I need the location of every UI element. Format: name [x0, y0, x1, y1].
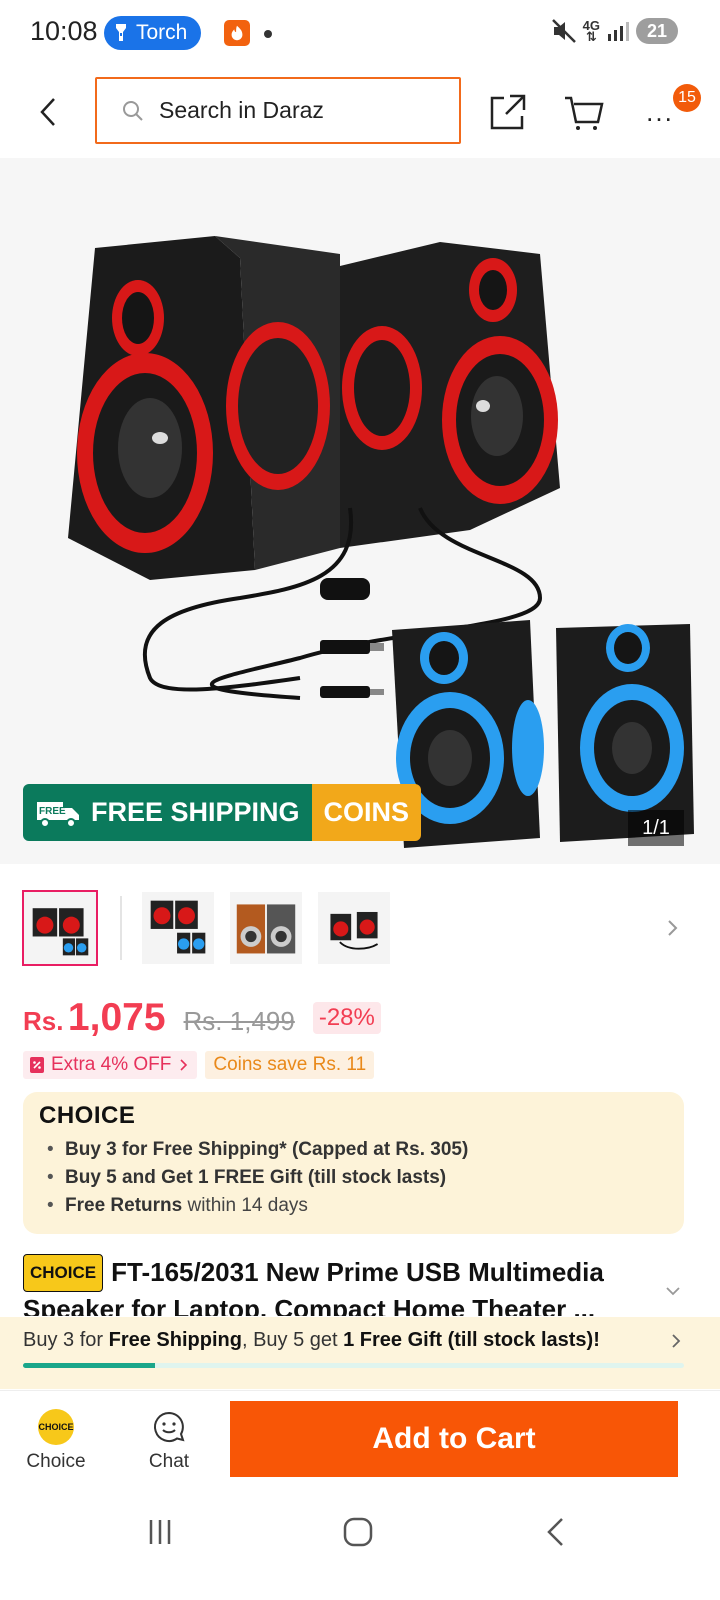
thumbnail-1[interactable] [22, 890, 98, 966]
choice-chip: CHOICE [23, 1254, 104, 1292]
original-price: Rs. 1,499 [183, 1006, 295, 1036]
coins-save-tag: Coins save Rs. 11 [205, 1051, 375, 1079]
chevron-right-icon [668, 920, 678, 936]
chat-button[interactable]: Chat [129, 1409, 209, 1473]
search-icon [123, 100, 143, 121]
search-placeholder: Search in Daraz [159, 97, 324, 123]
choice-store-label: Choice [26, 1451, 86, 1472]
home-icon [343, 1517, 373, 1547]
free-shipping-banner: FREE FREE SHIPPING COINS [23, 784, 422, 841]
choice-store-icon: CHOICE [38, 1409, 74, 1445]
add-to-cart-button[interactable]: Add to Cart [230, 1401, 678, 1477]
bundle-progress-bar [23, 1363, 684, 1368]
bottom-action-bar: CHOICE Choice Chat Add to Cart [0, 1390, 720, 1486]
thumbnail-divider [120, 896, 122, 960]
system-navigation-bar [0, 1486, 720, 1600]
status-icons: 4G ⇅ 21 [551, 18, 678, 44]
chat-label: Chat [148, 1451, 190, 1472]
status-bar: 10:08 Torch 4G ⇅ 21 [0, 0, 720, 66]
chat-icon [154, 1411, 185, 1442]
bundle-promo-text: Buy 3 for Free Shipping, Buy 5 get 1 Fre… [23, 1329, 600, 1351]
svg-text:FREE: FREE [39, 806, 66, 817]
mute-icon [551, 19, 576, 43]
home-button[interactable] [338, 1512, 378, 1552]
notification-dot [264, 30, 272, 38]
coins-label: COINS [311, 784, 422, 841]
bundle-promo-strip[interactable]: Buy 3 for Free Shipping, Buy 5 get 1 Fre… [0, 1317, 720, 1389]
price-row: Rs. 1,075 Rs. 1,499 -28% [23, 996, 381, 1040]
battery-indicator: 21 [636, 18, 678, 44]
chevron-right-icon [180, 1059, 188, 1071]
back-button[interactable] [28, 88, 68, 136]
promo-strip-arrow [666, 1331, 686, 1351]
extra-off-tag[interactable]: Extra 4% OFF [23, 1051, 198, 1079]
search-input[interactable]: Search in Daraz [95, 77, 461, 144]
status-time: 10:08 [30, 16, 98, 46]
signal-icon [608, 22, 629, 41]
thumbnail-2[interactable] [142, 892, 214, 964]
product-title-area[interactable]: CHOICE FT-165/2031 New Prime USB Multimed… [23, 1254, 663, 1316]
discount-badge: -28% [312, 1002, 381, 1034]
promo-tags: Extra 4% OFF Coins save Rs. 11 [23, 1051, 375, 1079]
expand-title-button[interactable] [662, 1280, 684, 1302]
app-notification-icon [224, 20, 250, 46]
choice-benefits-box[interactable]: CHOICE Buy 3 for Free Shipping* (Capped … [23, 1092, 684, 1234]
torch-label: Torch [136, 21, 188, 44]
cart-icon [565, 96, 604, 130]
delivery-truck-icon: FREE [37, 801, 79, 828]
share-button[interactable] [486, 90, 530, 134]
top-navigation: Search in Daraz ... 15 [0, 66, 720, 158]
choice-benefit-item: Buy 5 and Get 1 FREE Gift (till stock la… [39, 1164, 668, 1192]
chevron-right-icon [672, 1334, 681, 1348]
current-price: Rs. 1,075 [23, 996, 166, 1039]
torch-icon [116, 24, 126, 41]
recent-apps-icon [149, 1520, 171, 1544]
torch-indicator[interactable]: Torch [104, 16, 202, 50]
recent-apps-button[interactable] [140, 1512, 180, 1552]
choice-benefit-item: Free Returns within 14 days [39, 1192, 668, 1220]
back-arrow-icon [547, 1518, 563, 1546]
thumbnail-strip [0, 882, 720, 978]
network-type: 4G ⇅ [582, 18, 600, 44]
product-image-gallery[interactable]: FREE FREE SHIPPING COINS 1/1 [0, 158, 720, 864]
thumbnail-3[interactable] [230, 892, 302, 964]
bundle-progress-fill [23, 1363, 156, 1368]
product-title: CHOICE FT-165/2031 New Prime USB Multimed… [23, 1254, 663, 1316]
thumbnail-4[interactable] [318, 892, 390, 964]
free-shipping-label: FREE FREE SHIPPING [23, 784, 312, 841]
choice-benefits-list: Buy 3 for Free Shipping* (Capped at Rs. … [39, 1136, 668, 1220]
product-image [68, 236, 694, 848]
chevron-down-icon [666, 1287, 680, 1296]
share-icon [490, 94, 526, 130]
system-back-button[interactable] [536, 1512, 576, 1552]
voucher-icon [30, 1057, 44, 1073]
choice-benefit-item: Buy 3 for Free Shipping* (Capped at Rs. … [39, 1136, 668, 1164]
cart-count-badge: 15 [673, 84, 701, 112]
choice-logo: CHOICE [39, 1102, 136, 1129]
chevron-left-icon [40, 98, 55, 126]
image-counter: 1/1 [628, 810, 684, 846]
cart-button[interactable] [562, 90, 606, 134]
choice-store-button[interactable]: CHOICE Choice [16, 1409, 96, 1473]
thumbnail-next-button[interactable] [660, 916, 684, 940]
